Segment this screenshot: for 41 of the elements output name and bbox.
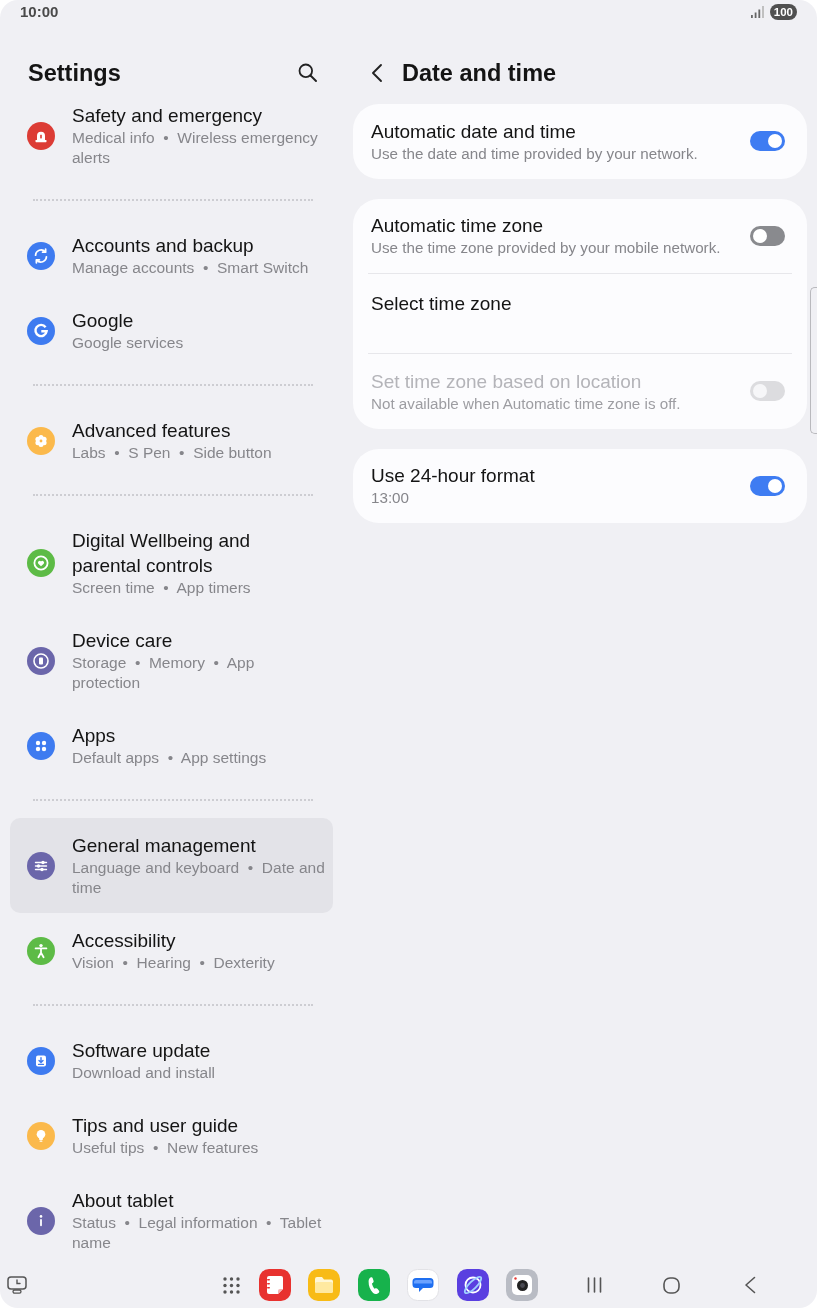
setting-title: Set time zone based on location — [371, 369, 642, 394]
setting-title: Automatic date and time — [371, 119, 576, 144]
orbit-app-icon[interactable] — [456, 1269, 489, 1301]
sidebar-item[interactable]: Digital Wellbeing and parental controls Screen time • App timers — [10, 513, 333, 613]
app-grid-icon[interactable] — [223, 1276, 240, 1294]
sidebar-item[interactable]: About tablet Status • Legal information • Tablet name — [10, 1173, 333, 1262]
sidebar-item[interactable]: Google Google services — [10, 293, 333, 368]
recents-icon[interactable] — [586, 1277, 602, 1293]
back-icon[interactable] — [743, 1276, 756, 1294]
search-icon[interactable] — [298, 63, 317, 82]
sidebar-item[interactable]: Software update Download and install — [10, 1023, 333, 1098]
page-title: Settings — [28, 58, 121, 88]
status-time: 10:00 — [20, 3, 59, 21]
camera-app-icon[interactable] — [505, 1269, 538, 1301]
signal-icon — [750, 6, 764, 18]
back-icon[interactable] — [371, 62, 383, 83]
chat-bubble-app-icon[interactable] — [407, 1269, 440, 1301]
setting-title: Use 24-hour format — [371, 464, 535, 488]
notepad-app-icon[interactable] — [259, 1269, 291, 1301]
sidebar-item[interactable]: Advanced features Labs • S Pen • Side button — [10, 403, 333, 478]
toggle-switch[interactable] — [750, 225, 785, 246]
setting-description: Use the time zone provided by your mobile network. — [371, 238, 721, 258]
sidebar-item[interactable]: Apps Default apps • App settings — [10, 708, 333, 783]
sidebar-item[interactable]: Tips and user guide Useful tips • New features — [10, 1098, 333, 1173]
toggle-switch[interactable] — [750, 475, 785, 496]
setting-title: Automatic time zone — [371, 214, 544, 238]
sidebar-item[interactable]: Accessibility Vision • Hearing • Dexterity — [10, 913, 333, 988]
battery-indicator: 100 — [769, 4, 797, 20]
sidebar-item[interactable]: Device care Storage • Memory • App protection — [10, 613, 333, 708]
monitor-clock-icon[interactable] — [7, 1276, 27, 1294]
sidebar-item[interactable]: Accounts and backup Manage accounts • Smart Switch — [10, 218, 333, 293]
sidebar-item[interactable]: General management Language and keyboard • Date and time — [10, 818, 333, 913]
home-icon[interactable] — [662, 1276, 680, 1294]
setting-description: Not available when Automatic time zone is off. — [371, 393, 681, 414]
page-title: Date and time — [402, 58, 557, 88]
setting-description: 13:00 — [371, 488, 409, 508]
toggle-switch[interactable] — [750, 131, 785, 151]
phone-app-icon[interactable] — [357, 1269, 390, 1301]
setting-title: Select time zone — [371, 291, 512, 316]
setting-description: Use the date and time provided by your network. — [371, 143, 698, 164]
sidebar-item[interactable]: Safety and emergency Medical info • Wireless emergency alerts — [10, 88, 333, 183]
